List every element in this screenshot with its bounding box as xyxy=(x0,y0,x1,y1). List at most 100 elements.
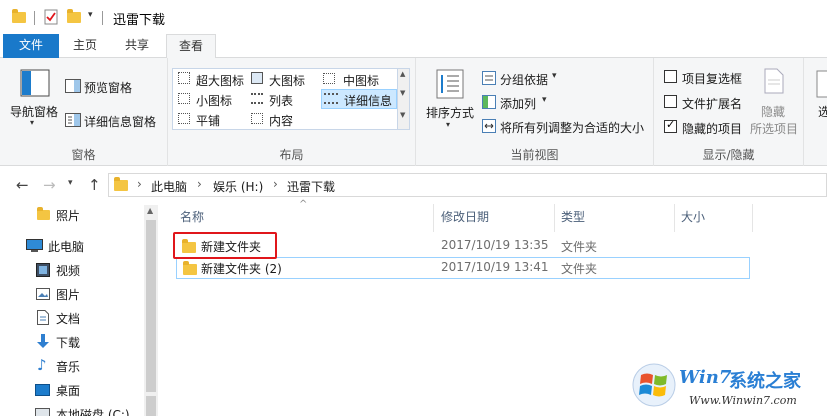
layout-list[interactable]: 列表 xyxy=(249,90,319,109)
folder-icon xyxy=(183,261,197,275)
add-column-icon[interactable] xyxy=(482,95,496,109)
highlight-box xyxy=(173,232,277,259)
nav-item-music[interactable]: ♪ 音乐 xyxy=(0,355,143,377)
nav-item-drive-c[interactable]: 本地磁盘 (C:) xyxy=(0,403,143,416)
options-button-partial[interactable]: 选 xyxy=(818,103,827,120)
nav-item-videos[interactable]: 视频 xyxy=(0,259,143,281)
details-pane-icon[interactable] xyxy=(65,113,81,127)
options-icon[interactable] xyxy=(816,70,827,98)
column-header-name[interactable]: 名称 xyxy=(180,208,204,225)
hidden-items-label[interactable]: 隐藏的项目 xyxy=(682,120,742,137)
group-by-button[interactable]: 分组依据 xyxy=(500,71,548,88)
quick-access-dropdown-icon[interactable]: ▾ xyxy=(88,10,93,20)
file-name: 新建文件夹 (2) xyxy=(201,262,282,276)
chevron-down-icon: ▾ xyxy=(30,118,35,127)
preview-pane-button[interactable]: 预览窗格 xyxy=(84,79,132,96)
nav-item-desktop[interactable]: 桌面 xyxy=(0,379,143,401)
layout-tiles[interactable]: 平铺 xyxy=(176,110,248,129)
tab-share[interactable]: 共享 xyxy=(112,34,162,58)
nav-item-downloads[interactable]: 下载 xyxy=(0,331,143,353)
properties-icon[interactable] xyxy=(44,9,58,25)
content-icon xyxy=(251,113,263,124)
tab-view[interactable]: 查看 xyxy=(166,34,216,59)
scroll-up-icon[interactable]: ▲ xyxy=(400,70,405,78)
layout-content[interactable]: 内容 xyxy=(249,110,319,129)
group-by-icon[interactable] xyxy=(482,71,496,85)
breadcrumb-drive-h[interactable]: 娱乐 (H:) xyxy=(213,178,263,195)
breadcrumb-this-pc[interactable]: 此电脑 xyxy=(151,178,187,195)
layout-extra-large-icons[interactable]: 超大图标 xyxy=(176,70,248,89)
scrollbar-thumb[interactable] xyxy=(146,220,156,392)
layout-medium-icons[interactable]: 中图标 xyxy=(321,70,395,89)
column-header-type[interactable]: 类型 xyxy=(561,208,585,225)
list-icon xyxy=(251,93,263,104)
watermark-brand-suffix: 系统之家 xyxy=(729,371,801,392)
column-divider[interactable] xyxy=(674,204,675,232)
chevron-right-icon[interactable]: › xyxy=(273,177,278,191)
hide-selected-button[interactable]: 隐藏 xyxy=(761,103,785,120)
sort-by-button[interactable]: 排序方式 xyxy=(426,104,474,121)
divider xyxy=(34,11,35,25)
new-folder-icon[interactable] xyxy=(67,9,81,23)
column-header-modified[interactable]: 修改日期 xyxy=(441,208,489,225)
preview-pane-icon[interactable] xyxy=(65,79,81,93)
forward-arrow-icon[interactable]: → xyxy=(43,176,56,194)
chevron-right-icon[interactable]: › xyxy=(137,177,142,191)
hide-selected-button-line2[interactable]: 所选项目 xyxy=(750,120,798,137)
layout-gallery-scroll[interactable]: ▲ ▼ ▼ xyxy=(398,68,410,130)
navigation-pane-icon[interactable] xyxy=(20,69,50,97)
music-icon: ♪ xyxy=(37,356,47,374)
nav-item-this-pc[interactable]: 此电脑 xyxy=(0,235,143,257)
tab-file[interactable]: 文件 xyxy=(3,34,59,58)
column-divider[interactable] xyxy=(752,204,753,232)
file-extensions-checkbox[interactable] xyxy=(664,95,677,108)
nav-item-documents[interactable]: 文档 xyxy=(0,307,143,329)
tab-home[interactable]: 主页 xyxy=(62,34,108,58)
back-arrow-icon[interactable]: ← xyxy=(16,176,29,194)
file-extensions-label[interactable]: 文件扩展名 xyxy=(682,95,742,112)
table-row[interactable]: 新建文件夹 (2) 2017/10/19 13:41 文件夹 xyxy=(176,257,750,279)
hidden-items-checkbox[interactable] xyxy=(664,118,677,133)
breadcrumb-current-folder[interactable]: 迅雷下载 xyxy=(287,178,335,195)
layout-details[interactable]: 详细信息 xyxy=(321,89,397,109)
scroll-up-icon[interactable]: ▲ xyxy=(147,206,153,215)
nav-item-photos[interactable]: 照片 xyxy=(0,204,143,226)
item-checkboxes-checkbox[interactable] xyxy=(664,70,677,83)
fit-columns-icon[interactable] xyxy=(482,119,496,133)
fit-columns-button[interactable]: 将所有列调整为合适的大小 xyxy=(500,119,644,136)
pictures-icon xyxy=(36,288,50,300)
scrollbar-thumb-lower[interactable] xyxy=(146,396,156,416)
folder-icon xyxy=(114,177,128,191)
folder-icon xyxy=(12,9,26,23)
recent-locations-icon[interactable]: ▾ xyxy=(68,178,73,188)
tiles-icon xyxy=(178,113,190,124)
group-label-current-view: 当前视图 xyxy=(510,148,559,162)
expand-gallery-icon[interactable]: ▼ xyxy=(400,111,405,119)
layout-large-icons[interactable]: 大图标 xyxy=(249,70,319,89)
group-label-pane: 窗格 xyxy=(71,148,96,162)
up-arrow-icon[interactable]: ↑ xyxy=(88,176,101,194)
item-checkboxes-label[interactable]: 项目复选框 xyxy=(682,70,742,87)
address-bar[interactable]: › 此电脑 › 娱乐 (H:) › 迅雷下载 xyxy=(108,173,827,197)
ribbon: 导航窗格 ▾ 预览窗格 详细信息窗格 窗格 布局 超大图标 大图标 中图标 小图… xyxy=(0,58,827,166)
windows-logo-icon xyxy=(632,363,676,407)
column-divider[interactable] xyxy=(554,204,555,232)
hide-selected-icon[interactable] xyxy=(764,68,784,94)
chevron-right-icon[interactable]: › xyxy=(197,177,202,191)
drive-icon xyxy=(35,408,50,416)
details-pane-button[interactable]: 详细信息窗格 xyxy=(84,113,156,130)
group-label-layout: 布局 xyxy=(279,148,304,162)
sort-icon[interactable] xyxy=(436,69,464,99)
watermark-url: Www.Winwin7.com xyxy=(689,394,797,407)
add-column-button[interactable]: 添加列 xyxy=(500,95,536,112)
ribbon-tabs: 文件 主页 共享 查看 xyxy=(0,34,827,59)
group-label-show-hide: 显示/隐藏 xyxy=(702,148,755,162)
watermark: Win7 系统之家 Www.Winwin7.com xyxy=(627,361,827,416)
column-header-size[interactable]: 大小 xyxy=(681,208,705,225)
nav-item-pictures[interactable]: 图片 xyxy=(0,283,143,305)
layout-small-icons[interactable]: 小图标 xyxy=(176,90,248,109)
column-divider[interactable] xyxy=(433,204,434,232)
group-current-view: 排序方式 ▾ 分组依据 ▾ 添加列 ▾ 将所有列调整为合适的大小 当前视图 xyxy=(416,58,654,166)
scroll-down-icon[interactable]: ▼ xyxy=(400,89,405,97)
grid-icon xyxy=(178,93,190,104)
